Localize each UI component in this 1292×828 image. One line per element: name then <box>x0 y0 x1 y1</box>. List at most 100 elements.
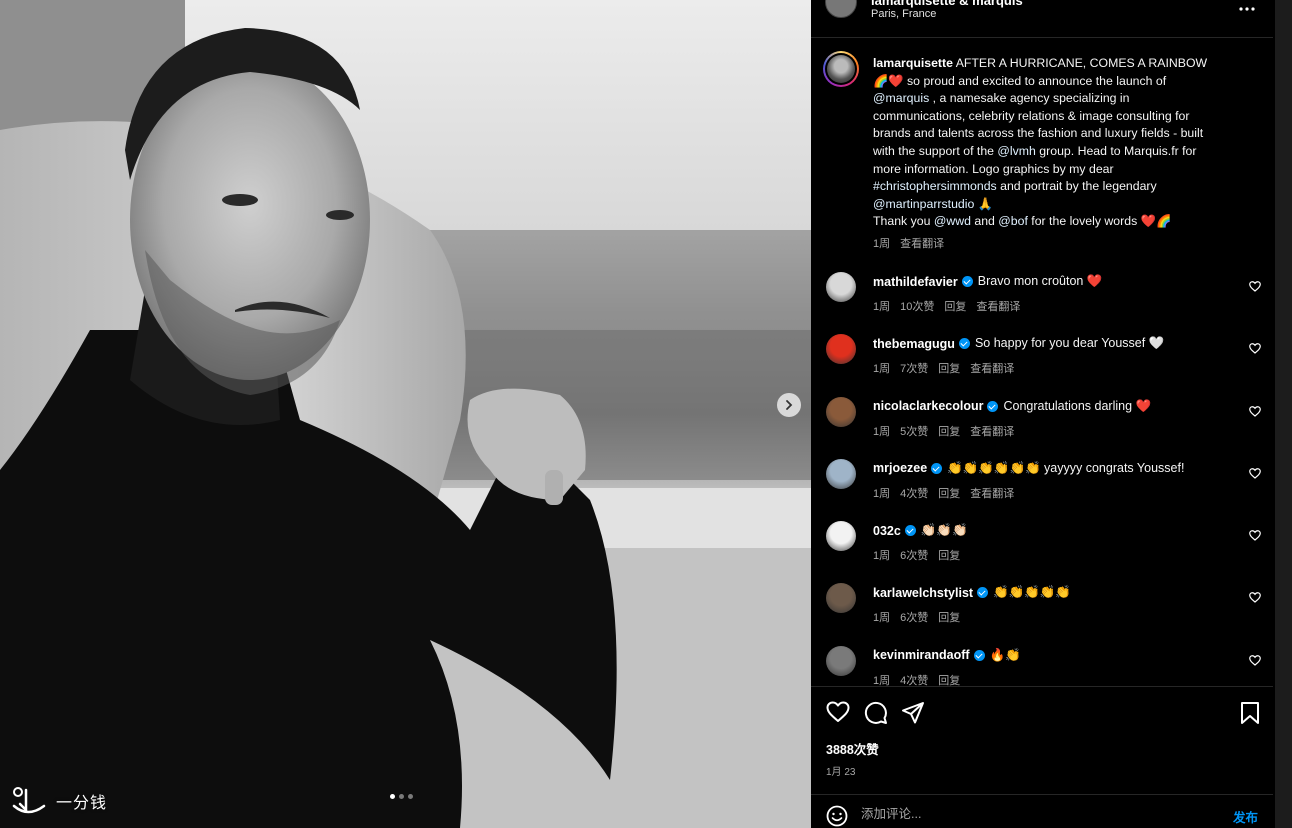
comment-like-button[interactable] <box>1249 404 1261 422</box>
next-photo-button[interactable] <box>777 393 801 417</box>
like-button[interactable] <box>826 701 850 728</box>
comment-meta: 1周 4次赞 回复 查看翻译 <box>873 485 1014 501</box>
commenter-username[interactable]: mathildefavier <box>873 275 958 289</box>
comment-row: nicolaclarkecolour Congratulations darlin… <box>811 393 1273 455</box>
commenter-avatar[interactable] <box>826 521 856 552</box>
comment-likes[interactable]: 6次赞 <box>900 547 928 563</box>
chevron-right-icon <box>786 400 793 410</box>
commenter-username[interactable]: mrjoezee <box>873 461 927 475</box>
hashtag-link[interactable]: #christophersimmonds <box>873 179 997 193</box>
heart-icon <box>826 701 850 722</box>
share-button[interactable] <box>901 701 925 730</box>
post-photo[interactable]: 一分钱 <box>0 0 811 828</box>
caption-meta: 1周 查看翻译 <box>873 235 944 251</box>
verified-badge-icon <box>931 462 943 474</box>
heart-icon <box>1249 654 1261 666</box>
commenter-avatar[interactable] <box>826 583 856 614</box>
carousel-dot <box>399 794 404 799</box>
comment-like-button[interactable] <box>1249 341 1261 359</box>
window-edge <box>1275 0 1292 828</box>
comment-line: nicolaclarkecolour Congratulations darlin… <box>873 399 1151 414</box>
post-location[interactable]: Paris, France <box>871 8 936 20</box>
reply-button[interactable]: 回复 <box>938 672 960 686</box>
see-translation-button[interactable]: 查看翻译 <box>970 485 1014 501</box>
emoji-button[interactable] <box>826 805 848 828</box>
caption-avatar[interactable] <box>823 51 859 87</box>
reply-button[interactable]: 回复 <box>938 485 960 501</box>
mention-link[interactable]: @bof <box>998 214 1028 228</box>
comment-time: 1周 <box>873 363 891 376</box>
commenter-username[interactable]: nicolaclarkecolour <box>873 399 983 413</box>
caption-line: Thank you <box>873 214 934 229</box>
comment-like-button[interactable] <box>1249 528 1261 546</box>
commenter-avatar[interactable] <box>826 645 856 676</box>
mention-link[interactable]: @lvmh <box>997 144 1035 158</box>
see-translation-button[interactable]: 查看翻译 <box>970 423 1014 439</box>
heart-icon <box>1249 343 1261 355</box>
see-translation-button[interactable]: 查看翻译 <box>976 298 1020 314</box>
author-avatar[interactable] <box>825 0 857 18</box>
see-translation-button[interactable]: 查看翻译 <box>970 360 1014 376</box>
caption-line: 🌈❤️ so proud and excited to announce the… <box>873 73 1167 88</box>
verified-badge-icon <box>961 276 973 287</box>
commenter-username[interactable]: karlawelchstylist <box>873 586 973 600</box>
comment-time: 1周 <box>873 487 891 500</box>
more-horizontal-icon <box>1239 7 1255 11</box>
reply-button[interactable]: 回复 <box>944 298 966 314</box>
post-sidebar: lamarquisette & marquis Paris, France la… <box>811 0 1275 828</box>
post-comment-button[interactable]: 发布 <box>1233 807 1258 826</box>
save-button[interactable] <box>1239 701 1261 730</box>
mention-link[interactable]: @wwd <box>934 214 971 228</box>
see-translation-button[interactable]: 查看翻译 <box>900 235 944 251</box>
reply-button[interactable]: 回复 <box>938 547 960 563</box>
author-username[interactable]: lamarquisette & marquis <box>871 0 1023 8</box>
likes-count[interactable]: 3888次赞 <box>826 739 879 758</box>
comment-likes[interactable]: 6次赞 <box>900 609 928 625</box>
comment-time: 1周 <box>873 301 891 313</box>
more-options-button[interactable] <box>1239 0 1255 16</box>
comment-input[interactable] <box>861 803 1161 825</box>
comment-time: 1周 <box>873 612 891 625</box>
comment-like-button[interactable] <box>1249 466 1261 484</box>
comment-time: 1周 <box>873 550 891 563</box>
add-comment-bar: 发布 <box>811 794 1273 828</box>
comment-like-button[interactable] <box>1249 653 1261 671</box>
commenter-avatar[interactable] <box>826 458 856 489</box>
verified-badge-icon <box>977 587 989 599</box>
comment-meta: 1周 6次赞 回复 <box>873 609 960 625</box>
comment-likes[interactable]: 4次赞 <box>900 672 928 686</box>
comment-meta: 1周 4次赞 回复 <box>873 672 960 686</box>
commenter-avatar[interactable] <box>826 334 856 365</box>
mention-link[interactable]: @martinparrstudio <box>873 197 974 211</box>
post-actions: 3888次赞 1月 23 <box>811 686 1273 794</box>
comment-likes[interactable]: 5次赞 <box>900 423 928 439</box>
commenter-username[interactable]: kevinmirandaoff <box>873 648 970 662</box>
verified-badge-icon <box>987 400 999 412</box>
comments-list[interactable]: mathildefavier Bravo mon croûton ❤️ 1周 10次赞… <box>811 268 1273 686</box>
caption-username[interactable]: lamarquisette <box>873 56 953 70</box>
comment-row: mrjoezee 👏👏👏👏👏👏 yayyyy congrats Youssef! 1… <box>811 455 1273 517</box>
caption-line: with the support of the <box>873 143 998 158</box>
comment-button[interactable] <box>864 701 888 730</box>
commenter-avatar[interactable] <box>826 396 856 427</box>
reply-button[interactable]: 回复 <box>938 609 960 625</box>
caption-text: lamarquisette AFTER A HURRICANE, COMES A… <box>873 55 1245 231</box>
comment-likes[interactable]: 7次赞 <box>900 360 928 376</box>
carousel-dot <box>390 794 395 799</box>
comment-like-button[interactable] <box>1249 590 1261 608</box>
commenter-username[interactable]: 032c <box>873 524 901 538</box>
comment-likes[interactable]: 10次赞 <box>900 298 934 314</box>
commenter-username[interactable]: thebemagugu <box>873 337 955 351</box>
comment-row: mathildefavier Bravo mon croûton ❤️ 1周 10次赞… <box>811 268 1273 330</box>
comment-line: mrjoezee 👏👏👏👏👏👏 yayyyy congrats Youssef! <box>873 461 1184 476</box>
commenter-avatar[interactable] <box>826 272 856 302</box>
reply-button[interactable]: 回复 <box>938 423 960 439</box>
comment-like-button[interactable] <box>1249 279 1261 297</box>
comment-meta: 1周 5次赞 回复 查看翻译 <box>873 423 1014 439</box>
heart-icon <box>1249 468 1261 479</box>
mention-link[interactable]: @marquis <box>873 91 929 105</box>
heart-icon <box>1249 405 1261 417</box>
reply-button[interactable]: 回复 <box>938 360 960 376</box>
caption-line: AFTER A HURRICANE, COMES A RAINBOW <box>952 56 1208 70</box>
comment-likes[interactable]: 4次赞 <box>900 485 928 501</box>
